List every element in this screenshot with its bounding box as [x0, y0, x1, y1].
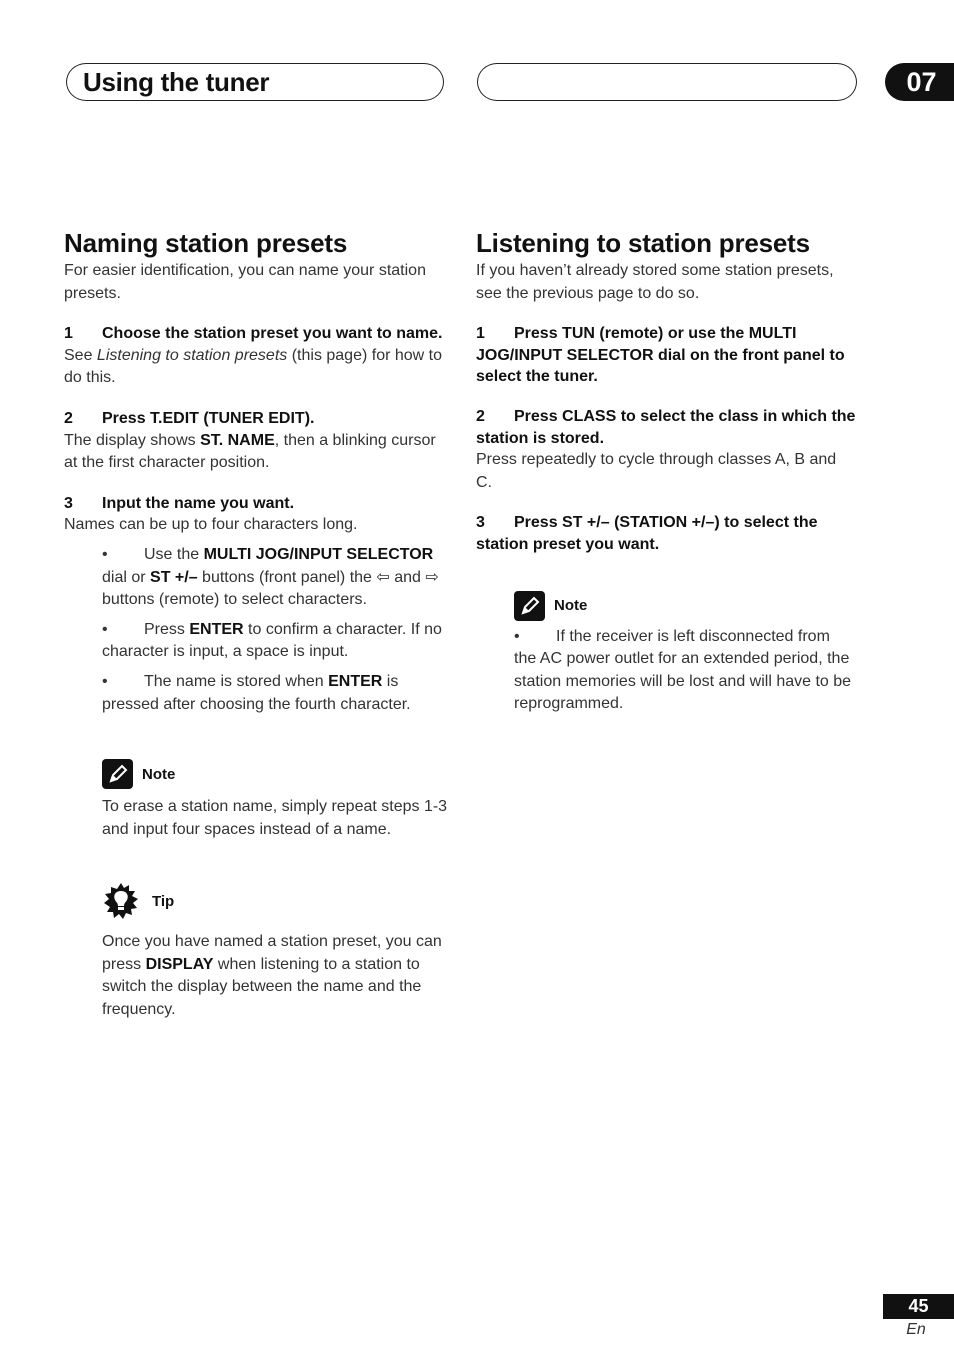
page-number: 45	[883, 1294, 954, 1319]
left-arrow-icon: ⇦	[376, 568, 390, 586]
list-item: • Press ENTER to confirm a character. If …	[102, 620, 442, 661]
step-2: 2 Press T.EDIT (TUNER EDIT).	[64, 409, 315, 427]
lightbulb-icon	[102, 882, 140, 920]
step-2-body: Press repeatedly to cycle through classe…	[476, 451, 837, 491]
pencil-icon	[514, 590, 545, 621]
section-header: Using the tuner	[66, 63, 444, 101]
pencil-icon	[102, 759, 133, 790]
listening-presets-heading: Listening to station presets	[476, 228, 810, 258]
step-1-body: See Listening to station presets (this p…	[64, 346, 443, 387]
chapter-tab: 07	[885, 63, 954, 101]
note-text: • If the receiver is left disconnected fr…	[514, 627, 852, 713]
bullet-list: • Use the MULTI JOG/INPUT SELECTOR dial o…	[102, 544, 449, 716]
list-item: • Use the MULTI JOG/INPUT SELECTOR dial o…	[102, 545, 439, 609]
step-3: 3 Input the name you want.	[64, 494, 295, 512]
left-intro: For easier identification, you can name …	[64, 262, 426, 302]
header-blank-pill	[477, 63, 857, 101]
list-item: • The name is stored when ENTER is presse…	[102, 672, 411, 713]
step-3-body: Names can be up to four characters long.	[64, 516, 358, 534]
naming-presets-heading: Naming station presets	[64, 228, 348, 258]
cross-reference: Listening to station presets	[96, 346, 288, 364]
right-column: Listening to station presets If you have…	[476, 226, 856, 716]
step-3: 3 Press ST +/– (STATION +/–) to select th…	[476, 514, 818, 553]
section-title: Using the tuner	[83, 67, 270, 97]
right-arrow-icon: ⇨	[425, 568, 439, 586]
step-2: 2 Press CLASS to select the class in whic…	[476, 407, 856, 447]
tip-label: Tip	[152, 892, 175, 910]
note-text: To erase a station name, simply repeat s…	[102, 798, 448, 838]
note-label: Note	[554, 597, 588, 615]
step-2-body: The display shows ST. NAME, then a blink…	[64, 431, 436, 472]
step-1: 1 Choose the station preset you want to n…	[64, 325, 443, 343]
tip-text: Once you have named a station preset, yo…	[102, 933, 442, 1019]
right-intro: If you haven’t already stored some stati…	[476, 262, 834, 302]
step-1: 1 Press TUN (remote) or use the MULTI JOG…	[476, 325, 845, 386]
tip-box: Tip Once you have named a station preset…	[102, 882, 449, 1021]
left-column: Naming station presets For easier identi…	[64, 226, 449, 1022]
note-box: Note • If the receiver is left disconnect…	[514, 590, 856, 716]
note-label: Note	[142, 765, 176, 783]
language-label: En	[906, 1321, 926, 1338]
note-box: Note To erase a station name, simply rep…	[102, 758, 449, 841]
